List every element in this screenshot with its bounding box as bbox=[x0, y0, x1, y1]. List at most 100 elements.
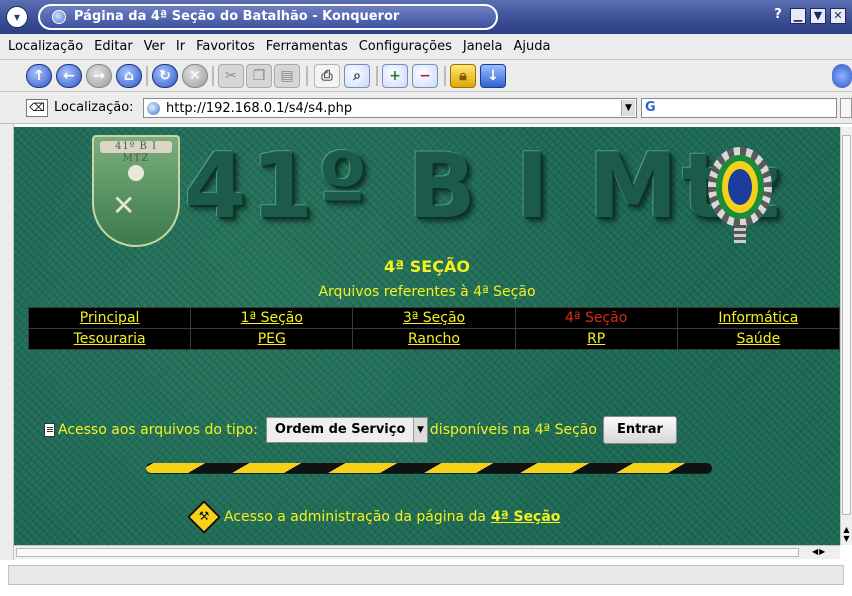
menu-ver[interactable]: Ver bbox=[144, 39, 165, 54]
activity-gear-icon bbox=[832, 64, 852, 88]
chevron-down-icon[interactable]: ▼ bbox=[412, 418, 427, 442]
menu-editar[interactable]: Editar bbox=[94, 39, 133, 54]
nav-link-peg[interactable]: PEG bbox=[258, 331, 286, 347]
menubar: Localização Editar Ver Ir Favoritos Ferr… bbox=[0, 34, 852, 60]
search-input[interactable]: G bbox=[641, 98, 837, 118]
nav-cell: Saúde bbox=[676, 328, 840, 350]
nav-cell: 4ª Seção bbox=[514, 307, 678, 329]
nav-link-saude[interactable]: Saúde bbox=[736, 331, 780, 347]
print-icon[interactable]: ⎙ bbox=[314, 64, 340, 88]
access-suffix-label: disponíveis na 4ª Seção bbox=[429, 422, 597, 438]
nav-link-rp[interactable]: RP bbox=[587, 331, 605, 347]
warning-sign-icon: ⚒ bbox=[186, 499, 222, 535]
copy-icon[interactable]: ❐ bbox=[246, 64, 272, 88]
admin-link-4-secao[interactable]: 4ª Seção bbox=[491, 509, 560, 525]
file-type-selected-value: Ordem de Serviço bbox=[274, 422, 406, 437]
section-subtitle: Arquivos referentes à 4ª Seção bbox=[318, 284, 536, 300]
menu-configuracoes[interactable]: Configurações bbox=[359, 39, 452, 54]
nav-cell: RP bbox=[514, 328, 678, 350]
status-bar bbox=[8, 565, 844, 585]
download-icon[interactable]: ↓ bbox=[480, 64, 506, 88]
horizontal-scroll-thumb[interactable] bbox=[16, 548, 799, 557]
nav-cell: Informática bbox=[676, 307, 840, 329]
home-icon[interactable]: ⌂ bbox=[116, 64, 142, 88]
menu-janela[interactable]: Janela bbox=[463, 39, 503, 54]
paste-icon[interactable]: ▤ bbox=[274, 64, 300, 88]
back-icon[interactable]: ← bbox=[56, 64, 82, 88]
nav-cell: Rancho bbox=[352, 328, 516, 350]
stop-icon[interactable]: ✕ bbox=[182, 64, 208, 88]
vertical-scrollbar[interactable]: ▲ ▼ bbox=[840, 127, 852, 545]
nav-cell: 1ª Seção bbox=[190, 307, 354, 329]
vertical-scroll-thumb[interactable] bbox=[842, 135, 851, 515]
scroll-arrows-icon[interactable]: ▲ ▼ bbox=[842, 525, 851, 543]
site-favicon-icon bbox=[147, 102, 160, 115]
menu-favoritos[interactable]: Favoritos bbox=[196, 39, 255, 54]
nav-cell: Principal bbox=[27, 307, 192, 329]
minimize-button[interactable]: ▁ bbox=[790, 8, 806, 24]
crest-label: 41º B I MTZ bbox=[100, 141, 172, 164]
nav-link-1-secao[interactable]: 1ª Seção bbox=[241, 310, 303, 326]
help-button[interactable]: ? bbox=[770, 8, 786, 24]
security-lock-icon[interactable]: 🔒︎ bbox=[450, 64, 476, 88]
clear-location-icon[interactable]: ⌫ bbox=[26, 99, 48, 117]
document-icon bbox=[44, 423, 55, 437]
print-preview-icon[interactable]: ⌕ bbox=[344, 64, 370, 88]
nav-link-rancho[interactable]: Rancho bbox=[408, 331, 460, 347]
crossed-swords-icon: ✕ bbox=[112, 189, 136, 222]
emblem-blue bbox=[728, 169, 752, 205]
zoom-out-icon[interactable]: − bbox=[412, 64, 438, 88]
nav-row: Tesouraria PEG Rancho RP Saúde bbox=[27, 328, 840, 350]
forward-icon[interactable]: → bbox=[86, 64, 112, 88]
hazard-stripe-divider bbox=[146, 463, 712, 473]
nav-link-tesouraria[interactable]: Tesouraria bbox=[74, 331, 146, 347]
menu-ir[interactable]: Ir bbox=[176, 39, 185, 54]
location-label: Localização: bbox=[54, 100, 134, 115]
location-url: http://192.168.0.1/s4/s4.php bbox=[166, 101, 353, 116]
zoom-in-icon[interactable]: + bbox=[382, 64, 408, 88]
scroll-arrows-icon[interactable]: ◀▶ bbox=[812, 547, 826, 556]
nav-link-3-secao[interactable]: 3ª Seção bbox=[403, 310, 465, 326]
menu-ferramentas[interactable]: Ferramentas bbox=[266, 39, 348, 54]
nav-cell: PEG bbox=[190, 328, 354, 350]
up-icon[interactable]: ↑ bbox=[26, 64, 52, 88]
nav-row: Principal 1ª Seção 3ª Seção 4ª Seção Inf… bbox=[27, 307, 840, 329]
window-controls: ? ▁ ▼ ✕ bbox=[770, 8, 846, 24]
toolbar-separator bbox=[306, 66, 308, 86]
toolbar-separator bbox=[212, 66, 214, 86]
nav-link-principal[interactable]: Principal bbox=[80, 310, 140, 326]
search-options-button[interactable] bbox=[840, 98, 852, 118]
battalion-crest: 41º B I MTZ ✕ bbox=[92, 135, 180, 247]
toolbar-separator bbox=[376, 66, 378, 86]
location-toolbar: ⌫ Localização: http://192.168.0.1/s4/s4.… bbox=[0, 92, 852, 124]
emblem-tail bbox=[734, 225, 746, 243]
web-page: 41º B I MTZ ✕ 41º B I Mtz 4ª SEÇÃO Arqui… bbox=[14, 127, 840, 545]
nav-link-4-secao-active[interactable]: 4ª Seção bbox=[565, 310, 627, 326]
menu-ajuda[interactable]: Ajuda bbox=[513, 39, 550, 54]
army-emblem bbox=[708, 147, 772, 243]
cut-icon[interactable]: ✂ bbox=[218, 64, 244, 88]
file-access-form: Acesso aos arquivos do tipo: Ordem de Se… bbox=[44, 416, 677, 444]
close-button[interactable]: ✕ bbox=[830, 8, 846, 24]
window-titlebar[interactable]: ▾ Página da 4ª Seção do Batalhão - Konqu… bbox=[0, 0, 852, 34]
nav-link-informatica[interactable]: Informática bbox=[718, 310, 798, 326]
file-type-select[interactable]: Ordem de Serviço ▼ bbox=[265, 417, 428, 443]
maximize-button[interactable]: ▼ bbox=[810, 8, 826, 24]
location-dropdown-icon[interactable]: ▼ bbox=[621, 100, 635, 116]
toolbar-separator bbox=[444, 66, 446, 86]
section-nav-table: Principal 1ª Seção 3ª Seção 4ª Seção Inf… bbox=[27, 307, 840, 350]
location-input[interactable]: http://192.168.0.1/s4/s4.php ▼ bbox=[143, 98, 637, 118]
access-prefix-label: Acesso aos arquivos do tipo: bbox=[58, 422, 258, 438]
nav-cell: Tesouraria bbox=[27, 328, 192, 350]
window-title-pill: Página da 4ª Seção do Batalhão - Konquer… bbox=[38, 4, 498, 30]
horizontal-scrollbar[interactable]: ◀▶ bbox=[14, 545, 840, 559]
menu-localizacao[interactable]: Localização bbox=[8, 39, 83, 54]
crest-sun-icon bbox=[128, 165, 144, 181]
admin-access-row: ⚒ Acesso a administração da página da 4ª… bbox=[186, 497, 560, 537]
window-title: Página da 4ª Seção do Batalhão - Konquer… bbox=[74, 9, 400, 24]
window-menu-button[interactable]: ▾ bbox=[6, 6, 28, 28]
enter-button[interactable]: Entrar bbox=[602, 416, 677, 444]
reload-icon[interactable]: ↻ bbox=[152, 64, 178, 88]
page-icon bbox=[52, 10, 66, 24]
main-toolbar: ↑ ← → ⌂ ↻ ✕ ✂ ❐ ▤ ⎙ ⌕ + − 🔒︎ ↓ bbox=[0, 60, 852, 92]
